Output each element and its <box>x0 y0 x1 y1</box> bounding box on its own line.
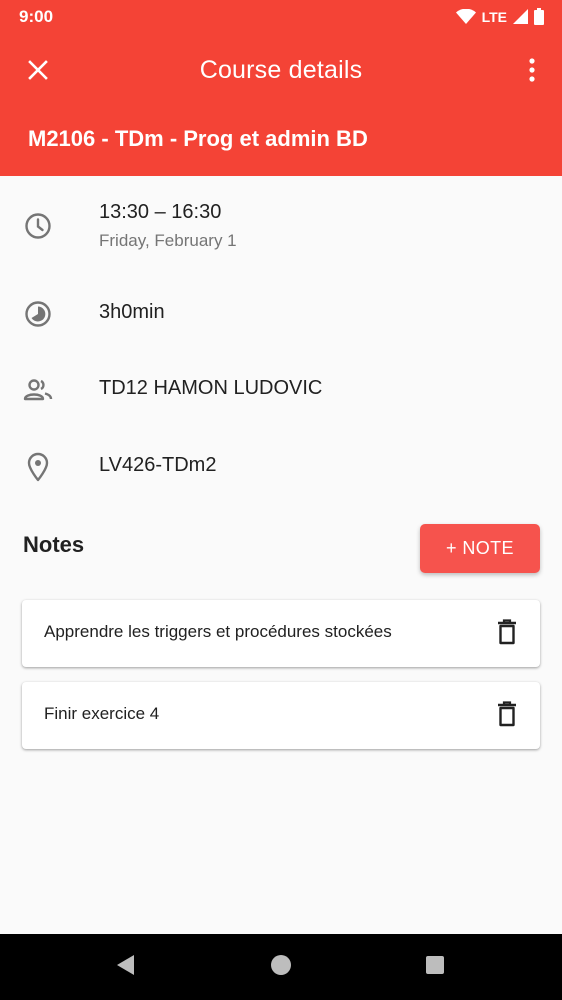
location-pin-icon <box>22 451 54 483</box>
status-bar: 9:00 LTE <box>0 0 562 34</box>
delete-note-button[interactable] <box>494 618 520 650</box>
note-text: Apprendre les triggers et procédures sto… <box>44 622 392 641</box>
signal-icon <box>513 9 528 24</box>
room-text: LV426-TDm2 <box>99 454 217 476</box>
app-bar: Course details M2106 - TDm - Prog et adm… <box>0 34 562 176</box>
delete-note-button[interactable] <box>494 700 520 732</box>
status-icons: LTE <box>455 8 544 25</box>
add-note-button[interactable]: + NOTE <box>420 524 540 573</box>
back-button[interactable] <box>112 954 138 980</box>
more-vert-icon <box>529 57 535 87</box>
page-title: Course details <box>199 56 363 84</box>
date-text: Friday, February 1 <box>99 231 237 250</box>
group-text: TD12 HAMON LUDOVIC <box>99 377 323 399</box>
battery-icon <box>534 8 544 25</box>
recents-square-icon <box>425 955 445 980</box>
course-name: M2106 - TDm - Prog et admin BD <box>28 126 368 151</box>
home-circle-icon <box>270 954 292 981</box>
more-options-button[interactable] <box>520 54 544 90</box>
wifi-icon <box>455 8 476 25</box>
time-range: 13:30 – 16:30 <box>99 201 222 223</box>
home-button[interactable] <box>268 954 294 980</box>
clock-icon <box>22 210 54 242</box>
duration-text: 3h0min <box>99 301 165 323</box>
trash-icon <box>497 700 517 732</box>
note-card[interactable]: Apprendre les triggers et procédures sto… <box>22 600 540 667</box>
notes-heading: Notes <box>23 532 85 557</box>
back-triangle-icon <box>115 954 135 981</box>
note-card[interactable]: Finir exercice 4 <box>22 682 540 749</box>
timelapse-icon <box>22 298 54 330</box>
note-text: Finir exercice 4 <box>44 704 160 723</box>
recents-button[interactable] <box>422 954 448 980</box>
system-nav-bar <box>0 934 562 1000</box>
people-icon <box>22 374 54 406</box>
network-type-label: LTE <box>481 8 507 25</box>
status-time: 9:00 <box>19 7 54 26</box>
trash-icon <box>497 618 517 650</box>
